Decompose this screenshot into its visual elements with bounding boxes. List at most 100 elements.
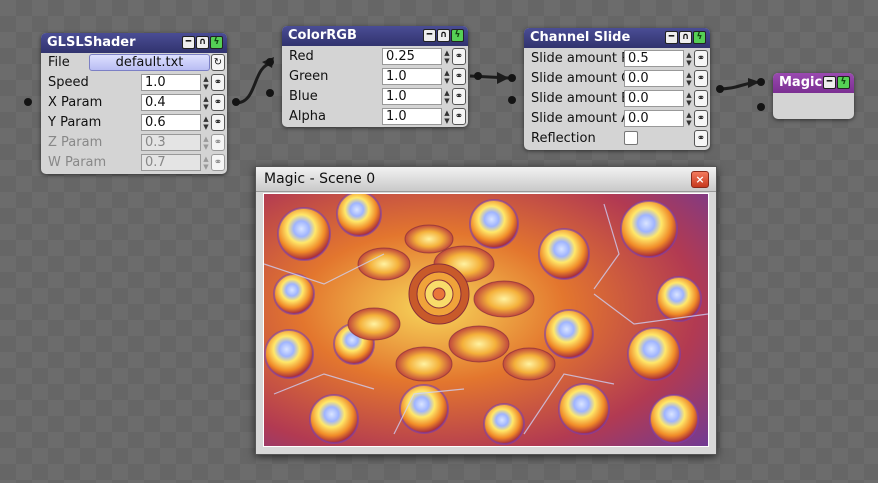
param-row-x: X Param 0.4 ▲ ▼ ⚭: [41, 93, 227, 113]
link-icon[interactable]: ⚭: [694, 50, 708, 67]
channel-input-port-2[interactable]: [508, 96, 516, 104]
param-row-slide-a: Slide amount A 0.0 ▲ ▼ ⚭: [524, 109, 710, 129]
arch-icon[interactable]: ∩: [437, 29, 450, 42]
link-icon: ⚭: [211, 134, 225, 151]
reflection-label: Reflection: [531, 131, 596, 146]
green-input[interactable]: 1.0: [382, 68, 442, 85]
channel-input-port-1[interactable]: [508, 74, 516, 82]
minus-icon[interactable]: ━: [823, 76, 836, 89]
link-icon[interactable]: ⚭: [211, 114, 225, 131]
spinner-arrows-icon[interactable]: ▲ ▼: [201, 75, 211, 91]
minus-icon[interactable]: ━: [423, 29, 436, 42]
param-label: Slide amount A: [531, 111, 631, 126]
red-input[interactable]: 0.25: [382, 48, 442, 65]
shader-render-canvas: [263, 193, 709, 447]
speed-input[interactable]: 1.0: [141, 74, 201, 91]
reload-icon[interactable]: ↻: [211, 54, 225, 71]
lightning-icon[interactable]: ϟ: [837, 76, 850, 89]
spinner-arrows-icon[interactable]: ▲ ▼: [684, 51, 694, 67]
glsl-shader-header[interactable]: GLSLShader ━ ∩ ϟ: [41, 33, 227, 53]
link-icon[interactable]: ⚭: [452, 108, 466, 125]
param-label: Speed: [48, 75, 89, 90]
blue-input[interactable]: 1.0: [382, 88, 442, 105]
link-icon[interactable]: ⚭: [452, 48, 466, 65]
close-icon[interactable]: ×: [691, 171, 709, 188]
param-row-z: Z Param 0.3 ▲ ▼ ⚭: [41, 133, 227, 153]
slide-b-input[interactable]: 0.0: [624, 90, 684, 107]
node-title: Channel Slide: [530, 30, 631, 45]
preview-window-titlebar[interactable]: Magic - Scene 0 ×: [256, 167, 716, 192]
link-icon[interactable]: ⚭: [452, 68, 466, 85]
alpha-input[interactable]: 1.0: [382, 108, 442, 125]
glsl-input-port[interactable]: [24, 98, 32, 106]
color-input-port-2[interactable]: [266, 89, 274, 97]
glsl-output-port[interactable]: [232, 98, 240, 106]
spinner-arrows-icon[interactable]: ▲ ▼: [201, 115, 211, 131]
link-icon[interactable]: ⚭: [694, 90, 708, 107]
color-rgb-node[interactable]: ColorRGB ━ ∩ ϟ Red 0.25 ▲ ▼ ⚭ Green 1.0 ▲…: [282, 26, 468, 127]
lightning-icon[interactable]: ϟ: [693, 31, 706, 44]
param-row-slide-b: Slide amount B 0.0 ▲ ▼ ⚭: [524, 89, 710, 109]
spinner-arrows-icon[interactable]: ▲ ▼: [201, 95, 211, 111]
slide-a-input[interactable]: 0.0: [624, 110, 684, 127]
file-button[interactable]: default.txt: [89, 54, 210, 71]
spinner-arrows-icon: ▲ ▼: [203, 135, 209, 151]
channel-slide-node[interactable]: Channel Slide ━ ∩ ϟ Slide amount R 0.5 ▲…: [524, 28, 710, 150]
param-row-green: Green 1.0 ▲ ▼ ⚭: [282, 67, 468, 87]
param-row-blue: Blue 1.0 ▲ ▼ ⚭: [282, 87, 468, 107]
preview-window[interactable]: Magic - Scene 0 ×: [255, 166, 717, 455]
z-param-input: 0.3: [141, 134, 201, 151]
param-label: Blue: [289, 89, 318, 104]
link-icon[interactable]: ⚭: [211, 74, 225, 91]
param-row-alpha: Alpha 1.0 ▲ ▼ ⚭: [282, 107, 468, 127]
spinner-arrows-icon: ▲ ▼: [203, 155, 209, 171]
param-row-slide-g: Slide amount G 0.0 ▲ ▼ ⚭: [524, 69, 710, 89]
lightning-icon[interactable]: ϟ: [451, 29, 464, 42]
y-param-input[interactable]: 0.6: [141, 114, 201, 131]
param-row-slide-r: Slide amount R 0.5 ▲ ▼ ⚭: [524, 49, 710, 69]
lightning-icon[interactable]: ϟ: [210, 36, 223, 49]
channel-output-port[interactable]: [716, 85, 724, 93]
minus-icon[interactable]: ━: [665, 31, 678, 44]
arch-icon[interactable]: ∩: [679, 31, 692, 44]
node-title: Magic: [779, 75, 823, 90]
magic-input-port-1[interactable]: [757, 78, 765, 86]
x-param-input[interactable]: 0.4: [141, 94, 201, 111]
param-label: Slide amount G: [531, 71, 632, 86]
param-label: Z Param: [48, 135, 103, 150]
spinner-arrows-icon[interactable]: ▲ ▼: [684, 91, 694, 107]
magic-node[interactable]: Magic ━ ϟ: [773, 73, 854, 119]
param-label: W Param: [48, 155, 107, 170]
slide-r-input[interactable]: 0.5: [624, 50, 684, 67]
fractal-image: [264, 194, 708, 446]
minus-icon[interactable]: ━: [182, 36, 195, 49]
color-input-port-1[interactable]: [266, 58, 274, 66]
spinner-arrows-icon[interactable]: ▲ ▼: [442, 89, 452, 105]
reflection-checkbox[interactable]: [624, 131, 638, 145]
slide-g-input[interactable]: 0.0: [624, 70, 684, 87]
link-icon[interactable]: ⚭: [694, 130, 708, 147]
arch-icon[interactable]: ∩: [196, 36, 209, 49]
link-icon[interactable]: ⚭: [211, 94, 225, 111]
spinner-arrows-icon[interactable]: ▲ ▼: [684, 71, 694, 87]
glsl-shader-node[interactable]: GLSLShader ━ ∩ ϟ File default.txt ↻ Spee…: [41, 33, 227, 174]
param-row-red: Red 0.25 ▲ ▼ ⚭: [282, 47, 468, 67]
color-output-port[interactable]: [474, 72, 482, 80]
param-label: Red: [289, 49, 314, 64]
magic-input-port-2[interactable]: [757, 103, 765, 111]
spinner-arrows-icon[interactable]: ▲ ▼: [684, 111, 694, 127]
channel-slide-header[interactable]: Channel Slide ━ ∩ ϟ: [524, 28, 710, 48]
spinner-arrows-icon[interactable]: ▲ ▼: [442, 109, 452, 125]
spinner-arrows-icon[interactable]: ▲ ▼: [442, 49, 452, 65]
param-row-y: Y Param 0.6 ▲ ▼ ⚭: [41, 113, 227, 133]
param-row-speed: Speed 1.0 ▲ ▼ ⚭: [41, 73, 227, 93]
param-label: Slide amount B: [531, 91, 631, 106]
magic-header[interactable]: Magic ━ ϟ: [773, 73, 854, 93]
node-title: ColorRGB: [288, 28, 357, 43]
link-icon[interactable]: ⚭: [694, 110, 708, 127]
link-icon[interactable]: ⚭: [452, 88, 466, 105]
link-icon[interactable]: ⚭: [694, 70, 708, 87]
color-rgb-header[interactable]: ColorRGB ━ ∩ ϟ: [282, 26, 468, 46]
file-label: File: [48, 55, 70, 70]
spinner-arrows-icon[interactable]: ▲ ▼: [442, 69, 452, 85]
